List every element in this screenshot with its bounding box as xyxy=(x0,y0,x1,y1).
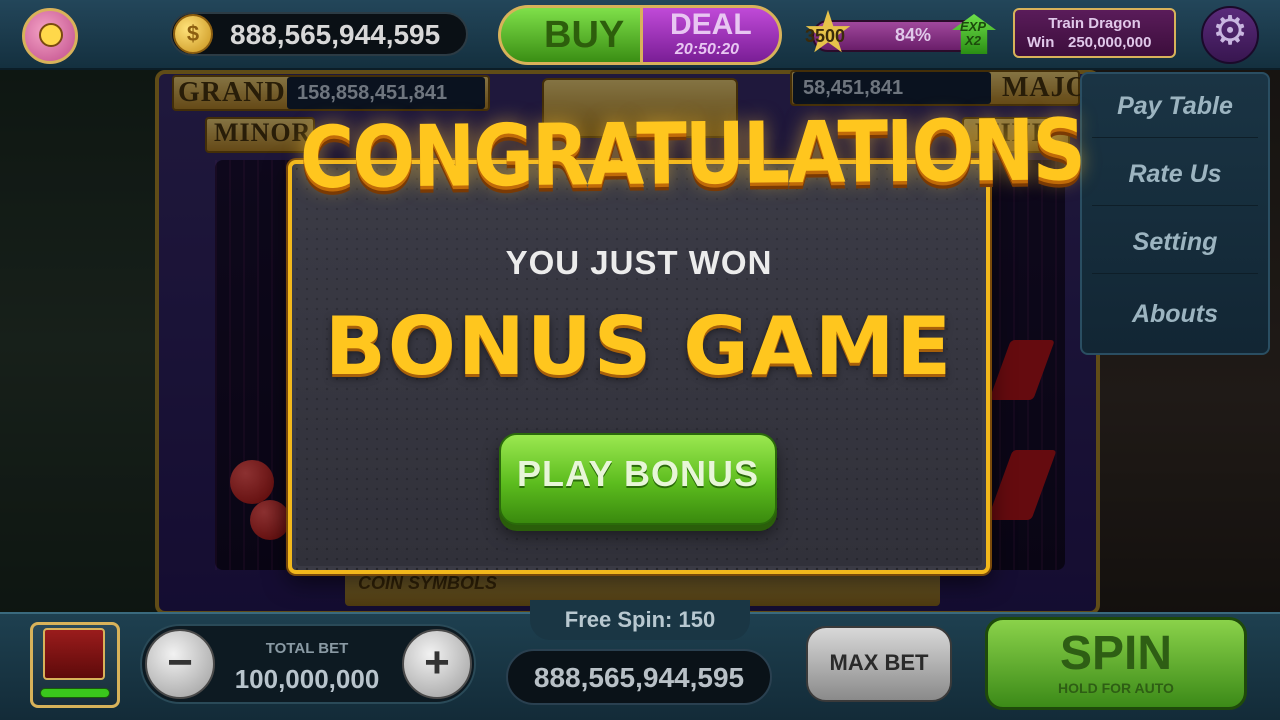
menu-item-rate-us[interactable]: Rate Us xyxy=(1092,142,1258,206)
exp-boost-label: EXP X2 xyxy=(960,20,986,48)
player-level: 3500 xyxy=(805,26,846,46)
event-win-value: 250,000,000 xyxy=(1068,34,1152,51)
max-bet-label[interactable]: MAX BET xyxy=(806,650,952,676)
decrease-bet-button[interactable]: − xyxy=(145,629,215,699)
popup-prize: BONUS GAME xyxy=(324,300,954,393)
event-title: Train Dragon xyxy=(1048,15,1141,32)
spin-label[interactable]: SPIN xyxy=(985,626,1247,681)
exp-boost-line2: X2 xyxy=(965,33,981,48)
menu-item-abouts[interactable]: Abouts xyxy=(1092,282,1258,346)
coin-icon: $ xyxy=(173,14,213,54)
menu-item-setting[interactable]: Setting xyxy=(1092,210,1258,274)
gear-icon[interactable]: ⚙ xyxy=(1208,9,1252,53)
exp-boost-line1: EXP xyxy=(960,19,987,34)
deal-button-label[interactable]: DEAL xyxy=(670,8,752,42)
increase-bet-button[interactable]: + xyxy=(402,629,472,699)
spin-hold-label[interactable]: HOLD FOR AUTO xyxy=(985,680,1247,696)
level-progress-text: 84% xyxy=(895,25,932,45)
deal-timer: 20:50:20 xyxy=(675,41,740,58)
play-bonus-label[interactable]: PLAY BONUS xyxy=(499,453,777,495)
coin-balance-value: 888,565,944,595 xyxy=(230,19,441,50)
event-win-label: Win xyxy=(1027,34,1055,51)
buy-button-label[interactable]: BUY xyxy=(544,14,624,57)
menu-item-pay-table[interactable]: Pay Table xyxy=(1092,74,1258,138)
total-bet-label: TOTAL BET xyxy=(265,640,349,657)
total-bet-value: 100,000,000 xyxy=(234,664,380,694)
gift-progress-bar xyxy=(40,688,110,698)
player-avatar[interactable] xyxy=(22,8,78,64)
free-spin-count: Free Spin: 150 xyxy=(564,607,716,632)
win-value: 888,565,944,595 xyxy=(533,662,745,693)
popup-subtitle: YOU JUST WON xyxy=(505,244,773,281)
gift-icon[interactable] xyxy=(43,628,105,680)
popup-title: CONGRATULATIONS xyxy=(299,101,1085,208)
